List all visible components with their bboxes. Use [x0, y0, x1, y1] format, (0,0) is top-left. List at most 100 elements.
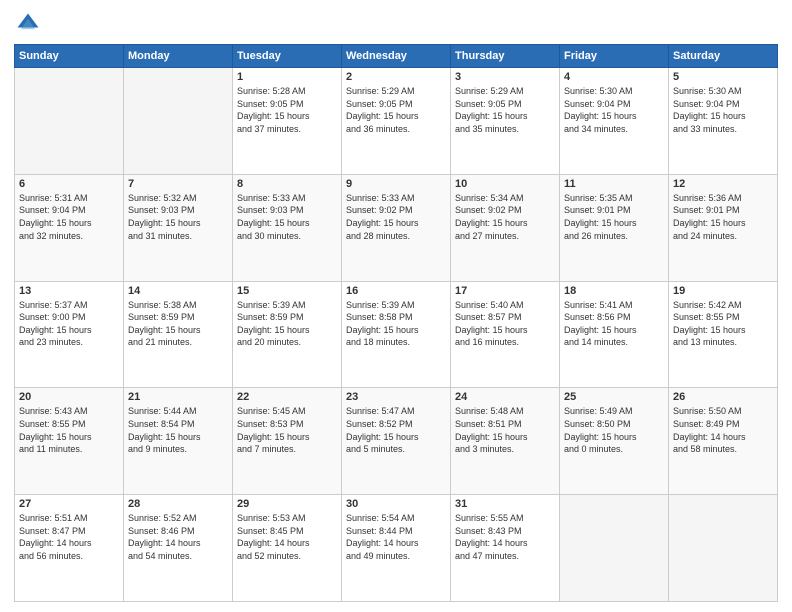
logo-icon: [14, 10, 42, 38]
day-number: 21: [128, 391, 228, 403]
day-number: 4: [564, 71, 664, 83]
day-number: 17: [455, 285, 555, 297]
calendar-cell: 5Sunrise: 5:30 AM Sunset: 9:04 PM Daylig…: [669, 68, 778, 175]
logo: [14, 10, 44, 38]
calendar-cell: 11 Sunrise: 5:35 AM Sunset: 9:01 PM Dayli…: [560, 174, 669, 281]
day-info: Sunrise: 5:51 AM Sunset: 8:47 PM Dayligh…: [19, 512, 119, 562]
calendar-cell: 18 Sunrise: 5:41 AM Sunset: 8:56 PM Dayli…: [560, 281, 669, 388]
calendar-cell: [124, 68, 233, 175]
calendar-cell: 8 Sunrise: 5:33 AM Sunset: 9:03 PM Daylig…: [233, 174, 342, 281]
calendar-cell: 12 Sunrise: 5:36 AM Sunset: 9:01 PM Dayli…: [669, 174, 778, 281]
day-info: Sunrise: 5:39 AM Sunset: 8:59 PM Dayligh…: [237, 299, 337, 349]
calendar-week-row: 13 Sunrise: 5:37 AM Sunset: 9:00 PM Dayli…: [15, 281, 778, 388]
day-number: 10: [455, 178, 555, 190]
day-info: Sunrise: 5:29 AM Sunset: 9:05 PM Dayligh…: [346, 85, 446, 135]
calendar-week-row: 20 Sunrise: 5:43 AM Sunset: 8:55 PM Dayli…: [15, 388, 778, 495]
day-info: Sunrise: 5:31 AM Sunset: 9:04 PM Dayligh…: [19, 192, 119, 242]
day-number: 28: [128, 498, 228, 510]
calendar-cell: 27 Sunrise: 5:51 AM Sunset: 8:47 PM Dayli…: [15, 495, 124, 602]
day-number: 20: [19, 391, 119, 403]
day-number: 31: [455, 498, 555, 510]
day-info: Sunrise: 5:52 AM Sunset: 8:46 PM Dayligh…: [128, 512, 228, 562]
day-number: 23: [346, 391, 446, 403]
calendar-table: SundayMondayTuesdayWednesdayThursdayFrid…: [14, 44, 778, 602]
day-info: Sunrise: 5:29 AM Sunset: 9:05 PM Dayligh…: [455, 85, 555, 135]
day-number: 2: [346, 71, 446, 83]
header: [14, 10, 778, 38]
day-info: Sunrise: 5:47 AM Sunset: 8:52 PM Dayligh…: [346, 405, 446, 455]
calendar-cell: 3 Sunrise: 5:29 AM Sunset: 9:05 PM Daylig…: [451, 68, 560, 175]
calendar-cell: 16Sunrise: 5:39 AM Sunset: 8:58 PM Dayli…: [342, 281, 451, 388]
day-number: 29: [237, 498, 337, 510]
day-info: Sunrise: 5:39 AM Sunset: 8:58 PM Dayligh…: [346, 299, 446, 349]
day-info: Sunrise: 5:44 AM Sunset: 8:54 PM Dayligh…: [128, 405, 228, 455]
calendar-week-row: 6 Sunrise: 5:31 AM Sunset: 9:04 PM Daylig…: [15, 174, 778, 281]
day-info: Sunrise: 5:43 AM Sunset: 8:55 PM Dayligh…: [19, 405, 119, 455]
calendar-cell: 7 Sunrise: 5:32 AM Sunset: 9:03 PM Daylig…: [124, 174, 233, 281]
calendar-cell: 9 Sunrise: 5:33 AM Sunset: 9:02 PM Daylig…: [342, 174, 451, 281]
calendar-cell: 22Sunrise: 5:45 AM Sunset: 8:53 PM Dayli…: [233, 388, 342, 495]
weekday-header: Sunday: [15, 45, 124, 68]
day-info: Sunrise: 5:50 AM Sunset: 8:49 PM Dayligh…: [673, 405, 773, 455]
weekday-header-row: SundayMondayTuesdayWednesdayThursdayFrid…: [15, 45, 778, 68]
day-number: 24: [455, 391, 555, 403]
weekday-header: Thursday: [451, 45, 560, 68]
calendar-cell: 28 Sunrise: 5:52 AM Sunset: 8:46 PM Dayli…: [124, 495, 233, 602]
calendar-cell: 10 Sunrise: 5:34 AM Sunset: 9:02 PM Dayli…: [451, 174, 560, 281]
day-number: 15: [237, 285, 337, 297]
page: SundayMondayTuesdayWednesdayThursdayFrid…: [0, 0, 792, 612]
day-info: Sunrise: 5:48 AM Sunset: 8:51 PM Dayligh…: [455, 405, 555, 455]
day-info: Sunrise: 5:34 AM Sunset: 9:02 PM Dayligh…: [455, 192, 555, 242]
day-number: 7: [128, 178, 228, 190]
calendar-cell: 25Sunrise: 5:49 AM Sunset: 8:50 PM Dayli…: [560, 388, 669, 495]
day-info: Sunrise: 5:30 AM Sunset: 9:04 PM Dayligh…: [564, 85, 664, 135]
calendar-cell: [669, 495, 778, 602]
day-number: 3: [455, 71, 555, 83]
day-number: 1: [237, 71, 337, 83]
calendar-cell: 14Sunrise: 5:38 AM Sunset: 8:59 PM Dayli…: [124, 281, 233, 388]
day-info: Sunrise: 5:32 AM Sunset: 9:03 PM Dayligh…: [128, 192, 228, 242]
calendar-cell: 31 Sunrise: 5:55 AM Sunset: 8:43 PM Dayli…: [451, 495, 560, 602]
weekday-header: Tuesday: [233, 45, 342, 68]
day-info: Sunrise: 5:36 AM Sunset: 9:01 PM Dayligh…: [673, 192, 773, 242]
day-number: 12: [673, 178, 773, 190]
day-info: Sunrise: 5:53 AM Sunset: 8:45 PM Dayligh…: [237, 512, 337, 562]
day-number: 8: [237, 178, 337, 190]
day-number: 27: [19, 498, 119, 510]
day-number: 6: [19, 178, 119, 190]
calendar-cell: 23 Sunrise: 5:47 AM Sunset: 8:52 PM Dayli…: [342, 388, 451, 495]
day-number: 14: [128, 285, 228, 297]
day-info: Sunrise: 5:33 AM Sunset: 9:02 PM Dayligh…: [346, 192, 446, 242]
calendar-cell: 24 Sunrise: 5:48 AM Sunset: 8:51 PM Dayli…: [451, 388, 560, 495]
day-number: 25: [564, 391, 664, 403]
day-number: 13: [19, 285, 119, 297]
calendar-cell: 15 Sunrise: 5:39 AM Sunset: 8:59 PM Dayli…: [233, 281, 342, 388]
day-info: Sunrise: 5:55 AM Sunset: 8:43 PM Dayligh…: [455, 512, 555, 562]
calendar-cell: 6 Sunrise: 5:31 AM Sunset: 9:04 PM Daylig…: [15, 174, 124, 281]
day-number: 9: [346, 178, 446, 190]
calendar-week-row: 27 Sunrise: 5:51 AM Sunset: 8:47 PM Dayli…: [15, 495, 778, 602]
calendar-cell: 29 Sunrise: 5:53 AM Sunset: 8:45 PM Dayli…: [233, 495, 342, 602]
calendar-cell: 2 Sunrise: 5:29 AM Sunset: 9:05 PM Daylig…: [342, 68, 451, 175]
calendar-cell: 20 Sunrise: 5:43 AM Sunset: 8:55 PM Dayli…: [15, 388, 124, 495]
day-number: 18: [564, 285, 664, 297]
calendar-cell: 19Sunrise: 5:42 AM Sunset: 8:55 PM Dayli…: [669, 281, 778, 388]
calendar-cell: [15, 68, 124, 175]
day-info: Sunrise: 5:37 AM Sunset: 9:00 PM Dayligh…: [19, 299, 119, 349]
day-info: Sunrise: 5:42 AM Sunset: 8:55 PM Dayligh…: [673, 299, 773, 349]
day-number: 26: [673, 391, 773, 403]
day-info: Sunrise: 5:41 AM Sunset: 8:56 PM Dayligh…: [564, 299, 664, 349]
day-info: Sunrise: 5:35 AM Sunset: 9:01 PM Dayligh…: [564, 192, 664, 242]
day-info: Sunrise: 5:30 AM Sunset: 9:04 PM Dayligh…: [673, 85, 773, 135]
day-number: 30: [346, 498, 446, 510]
day-info: Sunrise: 5:40 AM Sunset: 8:57 PM Dayligh…: [455, 299, 555, 349]
day-info: Sunrise: 5:45 AM Sunset: 8:53 PM Dayligh…: [237, 405, 337, 455]
calendar-cell: 1Sunrise: 5:28 AM Sunset: 9:05 PM Daylig…: [233, 68, 342, 175]
calendar-cell: [560, 495, 669, 602]
calendar-cell: 4 Sunrise: 5:30 AM Sunset: 9:04 PM Daylig…: [560, 68, 669, 175]
day-number: 11: [564, 178, 664, 190]
weekday-header: Monday: [124, 45, 233, 68]
day-info: Sunrise: 5:33 AM Sunset: 9:03 PM Dayligh…: [237, 192, 337, 242]
weekday-header: Saturday: [669, 45, 778, 68]
calendar-cell: 26 Sunrise: 5:50 AM Sunset: 8:49 PM Dayli…: [669, 388, 778, 495]
